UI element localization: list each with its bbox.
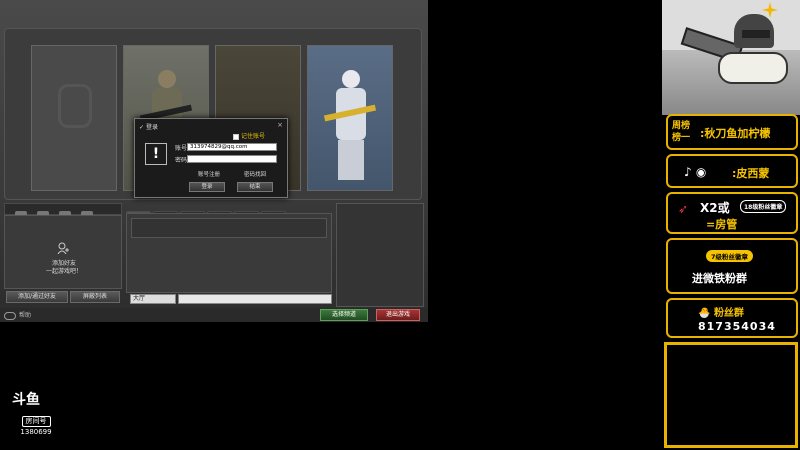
recover-password-link[interactable]: 密码找回 bbox=[237, 170, 273, 180]
weekly-top-name: :秋刀鱼加柠檬 bbox=[700, 127, 771, 140]
friends-list: 添加好友 一起游戏吧！ bbox=[4, 215, 122, 289]
add-friend-button[interactable]: 添加/通过好友 bbox=[6, 291, 68, 303]
admin-text: =房管 bbox=[706, 218, 738, 231]
screen: 添加好友 一起游戏吧！ 添加/通过好友 屏蔽列表 全部大厅军团组队系统密语 大厅… bbox=[0, 0, 800, 450]
webcam-frame bbox=[664, 342, 798, 448]
character-slot-robot[interactable] bbox=[307, 45, 393, 191]
info-panel bbox=[336, 203, 424, 307]
weekly-top-banner: 周榜榜一 :秋刀鱼加柠檬 bbox=[666, 114, 798, 150]
chat-input[interactable] bbox=[178, 294, 332, 304]
exit-button[interactable]: 结束 bbox=[237, 182, 273, 192]
warning-icon: ! bbox=[145, 143, 167, 165]
chat-tabs: 全部大厅军团组队系统密语 bbox=[126, 203, 322, 221]
add-friend-icon bbox=[57, 242, 69, 254]
social-name: :皮西蒙 bbox=[732, 167, 770, 180]
lobby-lower-panel: 添加好友 一起游戏吧！ 添加/通过好友 屏蔽列表 全部大厅军团组队系统密语 大厅 bbox=[4, 203, 424, 307]
bottom-bar: 帮助 选择频道 退出游戏 bbox=[0, 308, 428, 322]
help-icon bbox=[4, 311, 16, 320]
robot-figure bbox=[323, 70, 377, 180]
blocklist-button[interactable]: 屏蔽列表 bbox=[70, 291, 120, 303]
remember-account-checkbox[interactable]: 记住账号 bbox=[233, 131, 265, 140]
help-label: 帮助 bbox=[19, 312, 32, 319]
douyu-logo: 斗鱼 房间号 1380699 bbox=[12, 392, 60, 437]
fans-group-title: 🐣 粉丝群 bbox=[698, 308, 744, 319]
x2-text: X2或 bbox=[700, 201, 730, 215]
login-dialog: ✓ 登录 × ! 记住账号 账号 密码 账号注册 密码找回 登录 结束 bbox=[134, 118, 288, 198]
rocket-icon: ➶ bbox=[678, 202, 689, 216]
password-input[interactable] bbox=[187, 155, 277, 163]
tiktok-weibo-icon: ♪ ◉ bbox=[684, 165, 707, 179]
fans-group-number: 817354034 bbox=[698, 320, 776, 333]
room-number: 1380699 bbox=[20, 428, 52, 436]
login-button[interactable]: 登录 bbox=[189, 182, 225, 192]
account-label: 账号 bbox=[175, 145, 188, 152]
room-label: 房间号 bbox=[21, 416, 51, 427]
join-group-text: 进微铁粉群 bbox=[692, 272, 747, 285]
character-slot-empty[interactable] bbox=[31, 45, 117, 191]
password-label: 密码 bbox=[175, 157, 188, 164]
fan-group-banner: 7级粉丝徽章 进微铁粉群 bbox=[666, 238, 798, 294]
cartoon-soldier-illustration bbox=[662, 0, 800, 115]
weekly-label: 周榜榜一 bbox=[672, 121, 691, 143]
register-link[interactable]: 账号注册 bbox=[191, 170, 227, 180]
admin-banner: ➶ X2或 18级粉丝徽章 =房管 bbox=[666, 192, 798, 234]
checkbox-icon bbox=[233, 133, 239, 140]
exit-game-button[interactable]: 退出游戏 bbox=[376, 309, 420, 321]
social-banner: ♪ ◉ :皮西蒙 bbox=[666, 154, 798, 188]
login-title: ✓ 登录 bbox=[139, 124, 158, 131]
brand-text: 斗鱼 bbox=[12, 392, 40, 408]
social-tabs bbox=[4, 203, 122, 219]
stream-overlay: 周榜榜一 :秋刀鱼加柠檬 ♪ ◉ :皮西蒙 ➶ X2或 18级粉丝徽章 =房管 … bbox=[662, 0, 800, 450]
chat-channel-select[interactable]: 大厅 bbox=[130, 294, 176, 304]
close-icon[interactable]: × bbox=[277, 121, 283, 129]
fans-qq-banner: 🐣 粉丝群 817354034 bbox=[666, 298, 798, 338]
help-link[interactable]: 帮助 bbox=[4, 310, 31, 320]
friends-empty-subtext: 一起游戏吧！ bbox=[45, 268, 82, 275]
chat-log bbox=[126, 213, 332, 293]
fan-badge-18: 18级粉丝徽章 bbox=[740, 200, 787, 213]
select-server-button[interactable]: 选择频道 bbox=[320, 309, 368, 321]
chat-log-area bbox=[131, 218, 327, 238]
account-input[interactable] bbox=[187, 143, 277, 151]
emblem-icon bbox=[58, 84, 92, 128]
fan-badge-7: 7级粉丝徽章 bbox=[706, 250, 754, 262]
